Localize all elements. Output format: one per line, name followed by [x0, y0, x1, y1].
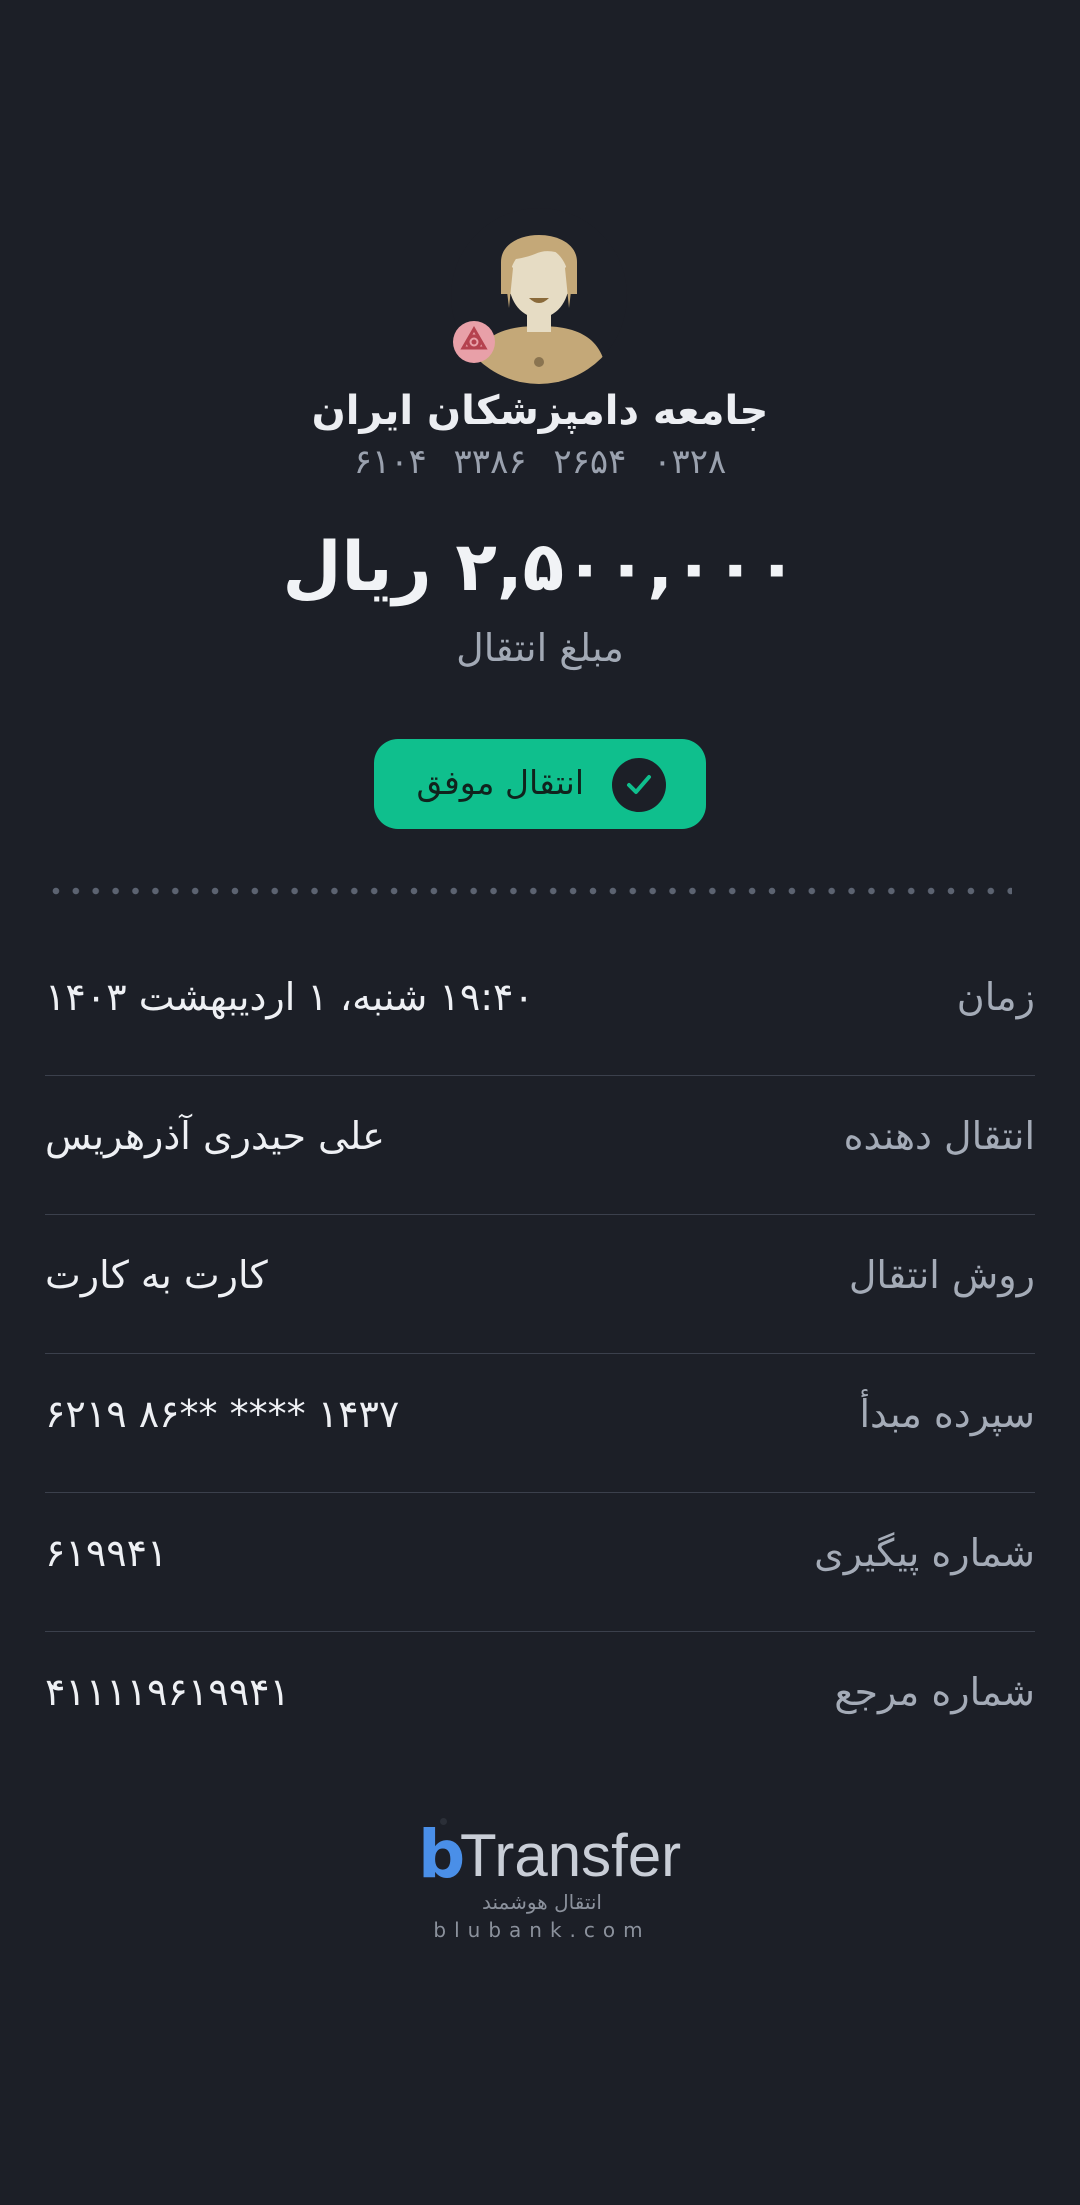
recipient-card-number: ۶۱۰۴ ۳۳۸۶ ۲۶۵۴ ۰۳۲۸ [353, 442, 727, 482]
detail-value: علی حیدری آذرهریس [45, 1114, 385, 1158]
detail-value: ۶۲۱۹ ۸۶** **** ۱۴۳۷ [45, 1392, 400, 1436]
dotted-divider [46, 887, 1012, 895]
detail-value: ۱۹:۴۰ شنبه، ۱ اردیبهشت ۱۴۰۳ [45, 975, 534, 1019]
detail-value: ۴۱۱۱۱۹۶۱۹۹۴۱ [45, 1670, 290, 1714]
detail-row-method: روش انتقال کارت به کارت [45, 1215, 1035, 1354]
transfer-amount-label: مبلغ انتقال [456, 626, 624, 670]
detail-label: شماره مرجع [834, 1670, 1035, 1714]
transfer-amount: ۲,۵۰۰,۰۰۰ ریال [282, 528, 798, 607]
detail-row-sender: انتقال دهنده علی حیدری آذرهریس [45, 1076, 1035, 1215]
status-badge: انتقال موفق [374, 739, 706, 829]
detail-value: ۶۱۹۹۴۱ [45, 1531, 168, 1575]
detail-row-time: زمان ۱۹:۴۰ شنبه، ۱ اردیبهشت ۱۴۰۳ [45, 937, 1035, 1076]
logo-tagline: انتقال هوشمند [482, 1890, 602, 1914]
logo-site: blubank.com [433, 1918, 651, 1942]
detail-label: روش انتقال [848, 1253, 1035, 1297]
detail-label: شماره پیگیری [814, 1531, 1035, 1575]
checkmark-icon [612, 758, 666, 812]
recipient-name: جامعه دامپزشکان ایران [311, 388, 769, 434]
detail-label: زمان [956, 975, 1035, 1019]
detail-row-tracking-number: شماره پیگیری ۶۱۹۹۴۱ [45, 1493, 1035, 1632]
detail-label: انتقال دهنده [843, 1114, 1035, 1158]
details-list: زمان ۱۹:۴۰ شنبه، ۱ اردیبهشت ۱۴۰۳ انتقال … [45, 937, 1035, 1771]
status-label: انتقال موفق [416, 763, 584, 802]
detail-label: سپرده مبدأ [859, 1392, 1035, 1436]
bank-logo-icon [453, 321, 495, 363]
btransfer-logo: b Transfer انتقال هوشمند blubank.com [418, 1816, 681, 1942]
detail-row-source-account: سپرده مبدأ ۶۲۱۹ ۸۶** **** ۱۴۳۷ [45, 1354, 1035, 1493]
detail-row-reference-number: شماره مرجع ۴۱۱۱۱۹۶۱۹۹۴۱ [45, 1632, 1035, 1771]
logo-word: Transfer [460, 1822, 682, 1889]
detail-value: کارت به کارت [45, 1253, 268, 1297]
logo-letter: b [418, 1816, 466, 1893]
